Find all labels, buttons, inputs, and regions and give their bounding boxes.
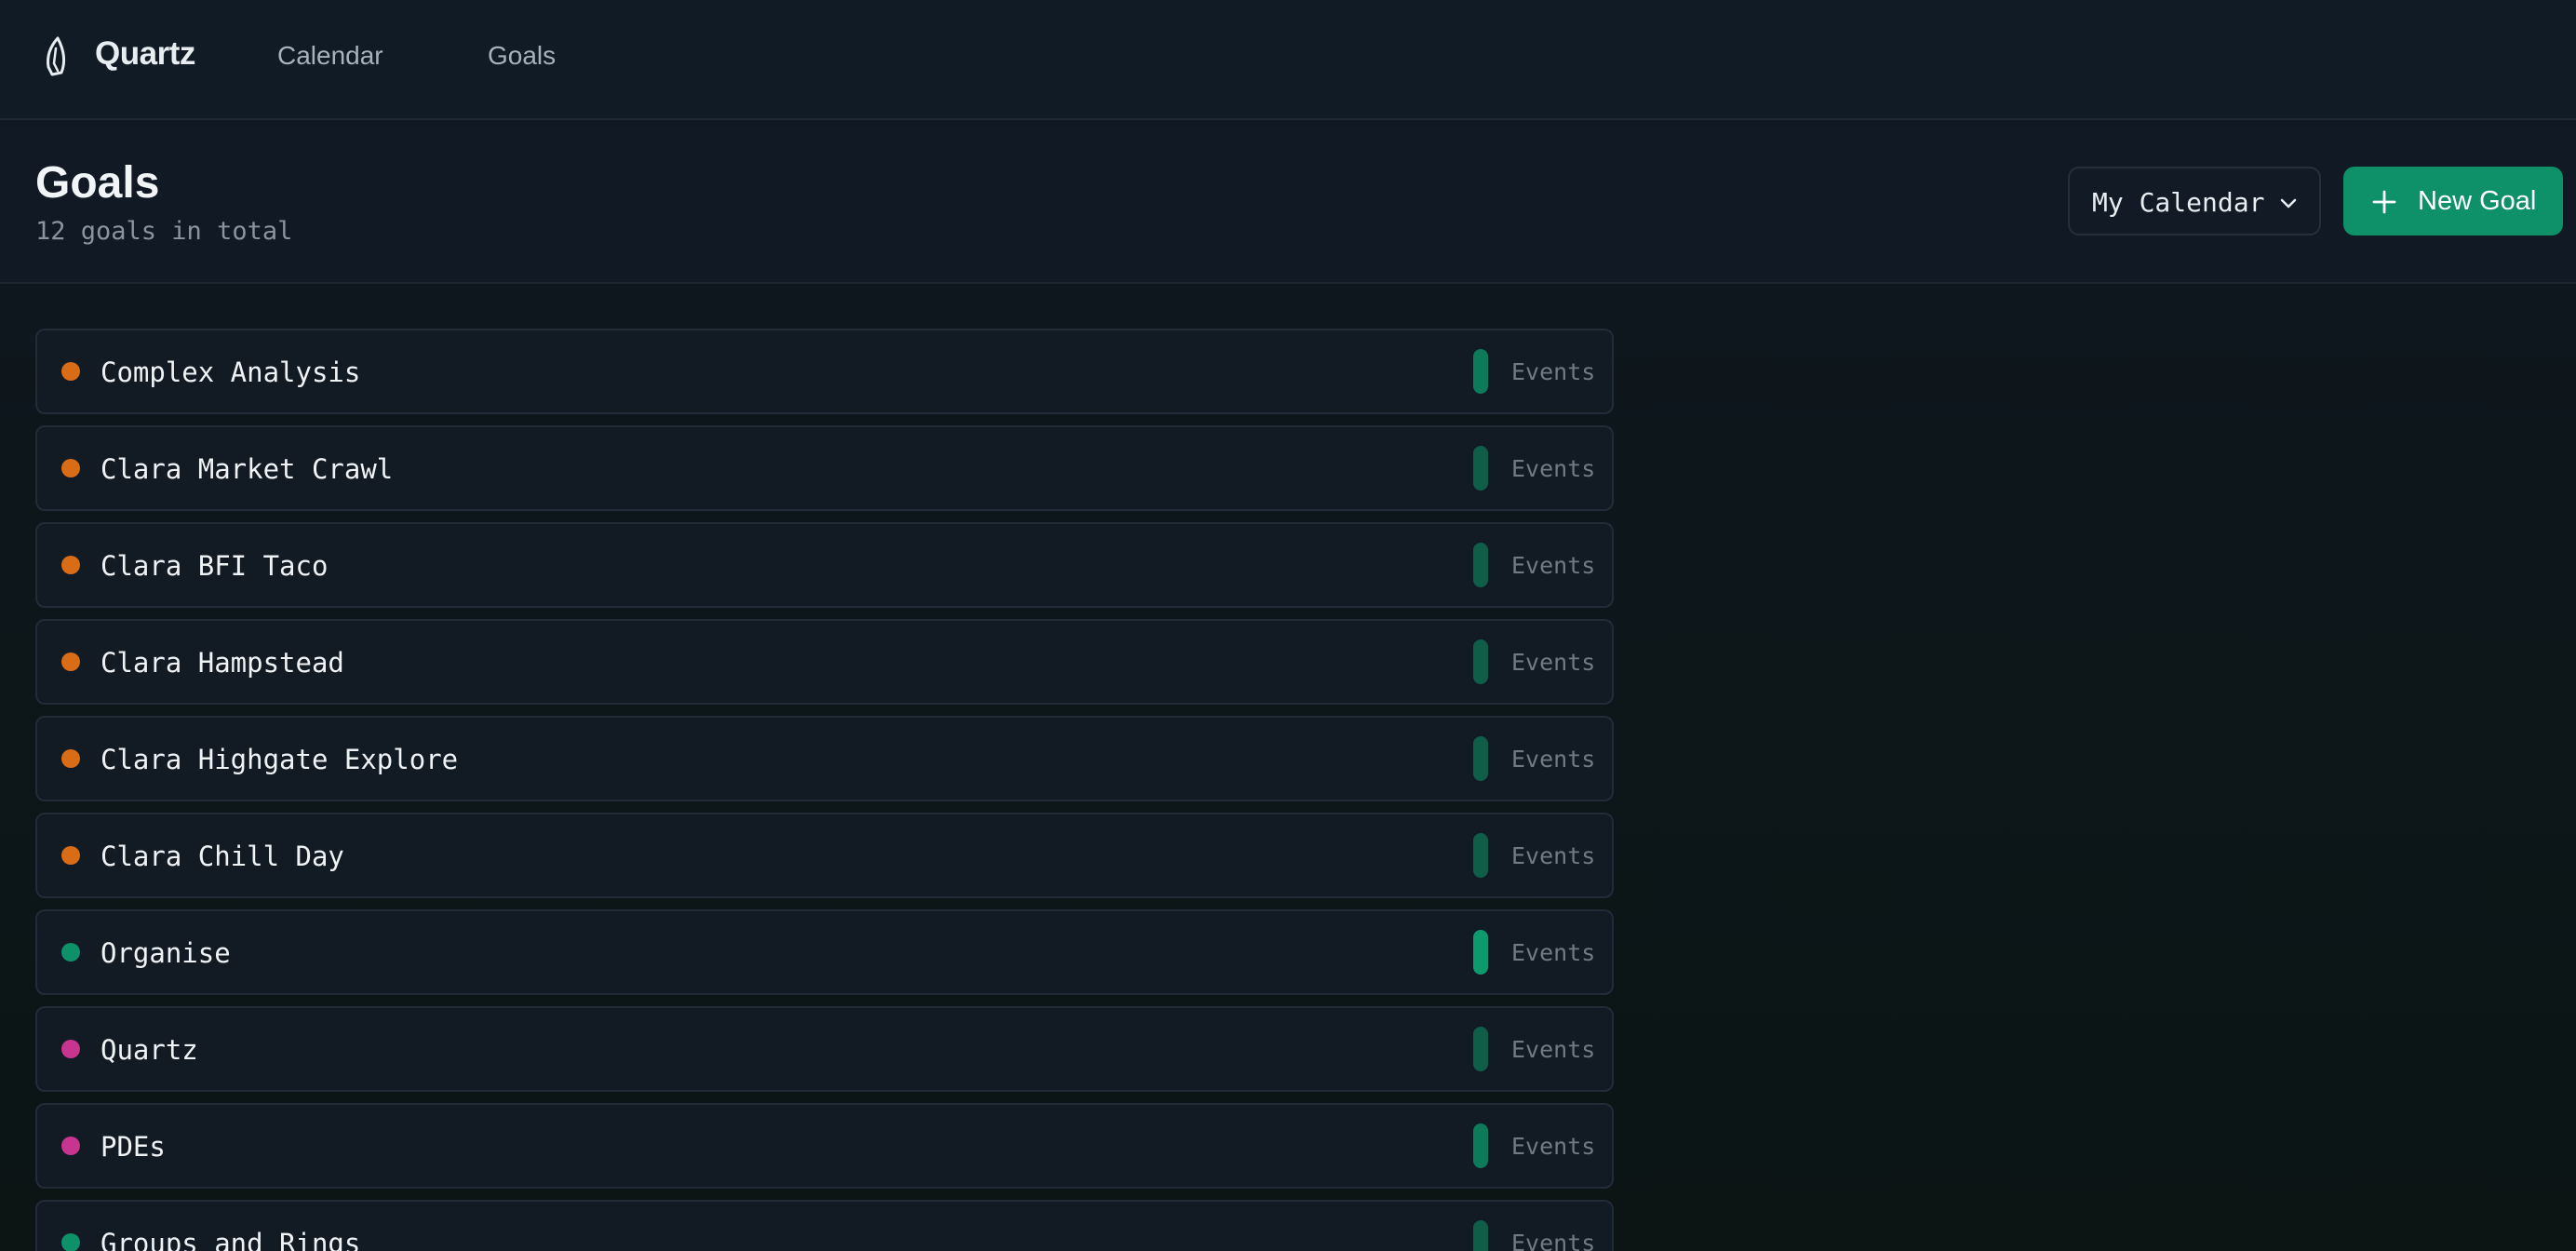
goal-color-dot <box>61 556 80 574</box>
goal-row[interactable]: Clara Market Crawl Events <box>35 425 1614 511</box>
goal-status-bar <box>1473 930 1488 975</box>
goal-name: Clara Hampstead <box>101 647 344 679</box>
goal-status-bar <box>1473 349 1488 394</box>
goal-name: Groups and Rings <box>101 1228 361 1251</box>
goal-name: Clara Chill Day <box>101 841 344 872</box>
goal-status-bar <box>1473 833 1488 878</box>
goal-status-bar <box>1473 736 1488 781</box>
goal-name: Clara Highgate Explore <box>101 744 459 775</box>
goal-color-dot <box>61 1233 80 1251</box>
nav-link-calendar[interactable]: Calendar <box>277 41 383 71</box>
goal-events-link[interactable]: Events <box>1511 746 1595 773</box>
goal-status-bar <box>1473 1123 1488 1168</box>
app: Quartz Calendar Goals Goals 12 goals in … <box>0 0 2576 1251</box>
goal-events-link[interactable]: Events <box>1511 1036 1595 1063</box>
goal-status-bar <box>1473 543 1488 587</box>
goal-row[interactable]: Complex Analysis Events <box>35 329 1614 414</box>
goal-row[interactable]: Quartz Events <box>35 1006 1614 1092</box>
goal-status-bar <box>1473 1027 1488 1071</box>
goal-name: Clara BFI Taco <box>101 550 329 582</box>
goal-status-bar <box>1473 446 1488 491</box>
goal-color-dot <box>61 652 80 671</box>
goal-color-dot <box>61 749 80 768</box>
goal-events-link[interactable]: Events <box>1511 939 1595 966</box>
new-goal-button[interactable]: New Goal <box>2343 167 2563 235</box>
goal-name: PDEs <box>101 1131 166 1163</box>
goal-count: 12 goals in total <box>35 217 293 246</box>
new-goal-label: New Goal <box>2418 186 2537 216</box>
goal-status-bar <box>1473 639 1488 684</box>
plus-icon <box>2372 190 2396 214</box>
goal-color-dot <box>61 1137 80 1155</box>
goal-events-link[interactable]: Events <box>1511 649 1595 676</box>
goal-color-dot <box>61 943 80 962</box>
goal-events-link[interactable]: Events <box>1511 1133 1595 1160</box>
goal-events-link[interactable]: Events <box>1511 842 1595 869</box>
chevron-down-icon <box>2280 198 2297 208</box>
goal-color-dot <box>61 1040 80 1058</box>
goal-row[interactable]: Organise Events <box>35 909 1614 995</box>
goal-row[interactable]: Clara Chill Day Events <box>35 813 1614 898</box>
top-nav: Quartz Calendar Goals <box>0 0 2576 120</box>
goal-name: Organise <box>101 937 231 969</box>
goal-color-dot <box>61 459 80 478</box>
goal-row[interactable]: Groups and Rings Events <box>35 1200 1614 1251</box>
goal-name: Quartz <box>101 1034 198 1066</box>
goal-name: Clara Market Crawl <box>101 453 394 485</box>
goal-events-link[interactable]: Events <box>1511 1230 1595 1251</box>
goal-row[interactable]: Clara BFI Taco Events <box>35 522 1614 608</box>
goal-row[interactable]: Clara Highgate Explore Events <box>35 716 1614 801</box>
nav-link-goals[interactable]: Goals <box>488 41 556 71</box>
goal-events-link[interactable]: Events <box>1511 455 1595 482</box>
goal-events-link[interactable]: Events <box>1511 552 1595 579</box>
goal-name: Complex Analysis <box>101 356 361 388</box>
goal-events-link[interactable]: Events <box>1511 358 1595 385</box>
page-header: Goals 12 goals in total My Calendar New … <box>0 120 2576 284</box>
goal-row[interactable]: PDEs Events <box>35 1103 1614 1189</box>
calendar-select[interactable]: My Calendar <box>2068 167 2321 235</box>
goal-list: Complex Analysis Events Clara Market Crawl… <box>35 329 1614 1251</box>
quartz-logo-icon[interactable] <box>41 35 73 78</box>
page-title: Goals <box>35 158 160 208</box>
goal-color-dot <box>61 362 80 381</box>
goal-color-dot <box>61 846 80 865</box>
calendar-select-value: My Calendar <box>2092 187 2265 218</box>
goal-status-bar <box>1473 1220 1488 1251</box>
brand-name[interactable]: Quartz <box>95 35 195 73</box>
goal-row[interactable]: Clara Hampstead Events <box>35 619 1614 705</box>
